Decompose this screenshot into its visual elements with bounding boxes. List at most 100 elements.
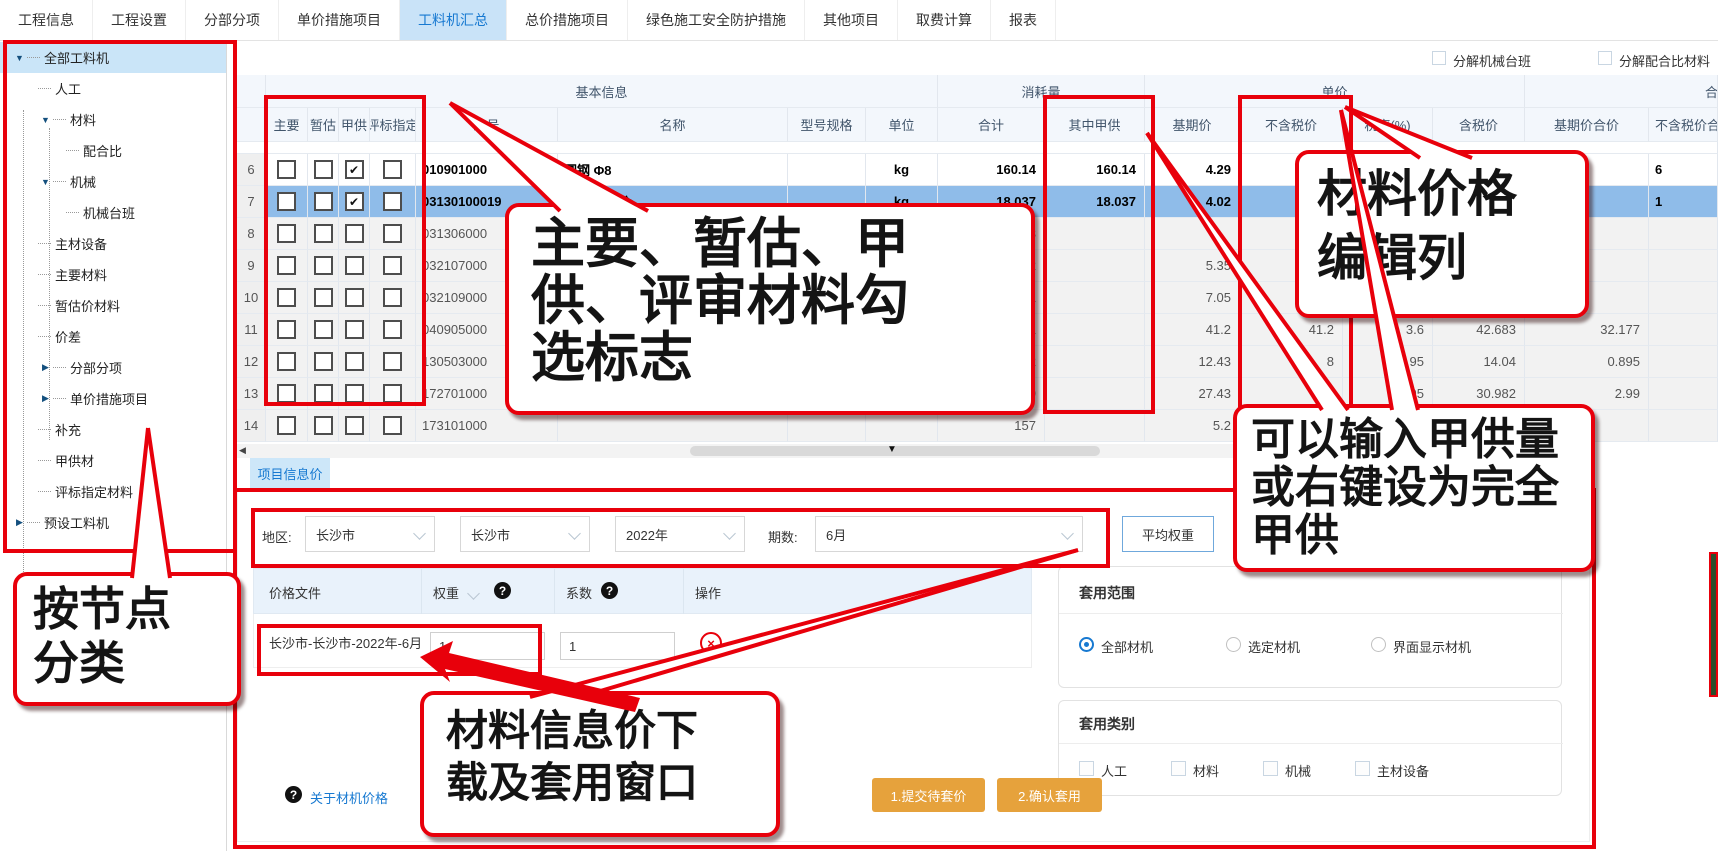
col-header-其中甲供[interactable]: 其中甲供: [1045, 108, 1145, 142]
cell-supplied[interactable]: [1045, 250, 1145, 282]
col-header-单位[interactable]: 单位: [866, 108, 938, 142]
category-checkbox-人工[interactable]: [1079, 761, 1094, 776]
period-select-month[interactable]: 6月: [815, 516, 1083, 552]
cell-supplied[interactable]: [1045, 410, 1145, 442]
review-checkbox[interactable]: [383, 288, 402, 307]
tree-collapsed-icon[interactable]: ▶: [38, 393, 53, 404]
col-header-基期价合价[interactable]: 基期价合价: [1525, 108, 1649, 142]
supplied-checkbox[interactable]: [345, 352, 364, 371]
tab-其他项目[interactable]: 其他项目: [805, 0, 898, 40]
sidebar-item-机械台班[interactable]: 机械台班: [0, 197, 226, 228]
decompose-machine-checkbox[interactable]: [1432, 51, 1446, 65]
sidebar-item-单价措施项目[interactable]: ▶单价措施项目: [0, 383, 226, 414]
category-checkbox-材料[interactable]: [1171, 761, 1186, 776]
review-checkbox[interactable]: [383, 416, 402, 435]
major-checkbox[interactable]: [277, 288, 296, 307]
tree-expanded-icon[interactable]: ▼: [38, 115, 53, 125]
supplied-checkbox[interactable]: [345, 256, 364, 275]
col-header-甲供[interactable]: 甲供: [339, 108, 370, 142]
estimate-checkbox[interactable]: [314, 288, 333, 307]
review-checkbox[interactable]: [383, 256, 402, 275]
coef-input[interactable]: [560, 632, 675, 660]
region-select-year[interactable]: 2022年: [615, 516, 745, 552]
review-checkbox[interactable]: [383, 384, 402, 403]
tree-collapsed-icon[interactable]: ▶: [12, 517, 27, 528]
estimate-checkbox[interactable]: [314, 224, 333, 243]
supplied-checkbox[interactable]: [345, 384, 364, 403]
major-checkbox[interactable]: [277, 256, 296, 275]
col-header-评标指定[interactable]: 评标指定: [370, 108, 416, 142]
decompose-mix-checkbox[interactable]: [1598, 51, 1612, 65]
sidebar-item-全部工料机[interactable]: ▼全部工料机: [0, 42, 226, 73]
sidebar-item-甲供材[interactable]: 甲供材: [0, 445, 226, 476]
tab-取费计算[interactable]: 取费计算: [898, 0, 991, 40]
col-header-税率(%)[interactable]: 税率(%): [1343, 108, 1433, 142]
supplied-checkbox[interactable]: [345, 416, 364, 435]
sidebar-item-评标指定材料[interactable]: 评标指定材料: [0, 476, 226, 507]
weight-input[interactable]: [430, 632, 545, 660]
cell-supplied[interactable]: [1045, 314, 1145, 346]
cell-supplied[interactable]: [1045, 282, 1145, 314]
about-material-price-link[interactable]: 关于材机价格: [310, 788, 388, 807]
col-header-型号规格[interactable]: 型号规格: [788, 108, 866, 142]
vertical-scrollbar[interactable]: [1709, 552, 1718, 697]
sidebar-item-补充[interactable]: 补充: [0, 414, 226, 445]
sidebar-item-主要材料[interactable]: 主要材料: [0, 259, 226, 290]
category-checkbox-主材设备[interactable]: [1355, 761, 1370, 776]
category-checkbox-机械[interactable]: [1263, 761, 1278, 776]
major-checkbox[interactable]: [277, 352, 296, 371]
cell-price_no_tax[interactable]: 41.2: [1240, 314, 1343, 346]
sidebar-item-人工[interactable]: 人工: [0, 73, 226, 104]
supplied-checkbox[interactable]: ✔: [345, 192, 364, 211]
col-header-不含税价[interactable]: 不含税价: [1240, 108, 1343, 142]
major-checkbox[interactable]: [277, 416, 296, 435]
tab-工程设置[interactable]: 工程设置: [93, 0, 186, 40]
estimate-checkbox[interactable]: [314, 416, 333, 435]
cell-supplied[interactable]: [1045, 378, 1145, 410]
coef-help-icon[interactable]: ?: [601, 582, 618, 599]
col-header-基期价[interactable]: 基期价: [1145, 108, 1240, 142]
estimate-checkbox[interactable]: [314, 160, 333, 179]
tab-分部分项[interactable]: 分部分项: [186, 0, 279, 40]
scope-radio-界面显示材机[interactable]: [1371, 637, 1386, 652]
scope-radio-全部材机[interactable]: [1079, 637, 1094, 652]
delete-price-file-icon[interactable]: ×: [700, 632, 722, 654]
col-header-合计[interactable]: 合计: [938, 108, 1045, 142]
col-header-不含税价合价[interactable]: 不含税价合价: [1649, 108, 1718, 142]
submit-pending-price-button[interactable]: 1.提交待套价: [872, 778, 985, 812]
col-header-暂估[interactable]: 暂估: [308, 108, 339, 142]
tab-工程信息[interactable]: 工程信息: [0, 0, 93, 40]
sidebar-item-机械[interactable]: ▼机械: [0, 166, 226, 197]
supplied-checkbox[interactable]: ✔: [345, 160, 364, 179]
average-weight-button[interactable]: 平均权重: [1122, 516, 1214, 552]
tab-工料机汇总[interactable]: 工料机汇总: [400, 0, 507, 40]
col-header-名称[interactable]: 名称: [558, 108, 788, 142]
tab-绿色施工安全防护措施[interactable]: 绿色施工安全防护措施: [628, 0, 805, 40]
sidebar-item-价差[interactable]: 价差: [0, 321, 226, 352]
confirm-apply-button[interactable]: 2.确认套用: [997, 778, 1102, 812]
cell-price_no_tax[interactable]: 8: [1240, 346, 1343, 378]
sidebar-item-暂估价材料[interactable]: 暂估价材料: [0, 290, 226, 321]
tree-expanded-icon[interactable]: ▼: [12, 53, 27, 63]
tab-总价措施项目[interactable]: 总价措施项目: [507, 0, 628, 40]
tab-单价措施项目[interactable]: 单价措施项目: [279, 0, 400, 40]
sidebar-item-分部分项[interactable]: ▶分部分项: [0, 352, 226, 383]
region-select-city[interactable]: 长沙市: [460, 516, 590, 552]
col-header-编号[interactable]: 编号: [416, 108, 558, 142]
estimate-checkbox[interactable]: [314, 320, 333, 339]
major-checkbox[interactable]: [277, 224, 296, 243]
weight-help-icon[interactable]: ?: [494, 582, 511, 599]
sidebar-item-预设工料机[interactable]: ▶预设工料机: [0, 507, 226, 538]
chevron-down-icon[interactable]: [467, 587, 480, 600]
review-checkbox[interactable]: [383, 352, 402, 371]
review-checkbox[interactable]: [383, 224, 402, 243]
estimate-checkbox[interactable]: [314, 256, 333, 275]
col-header-含税价[interactable]: 含税价: [1433, 108, 1525, 142]
cell-supplied[interactable]: 160.14: [1045, 154, 1145, 186]
major-checkbox[interactable]: [277, 160, 296, 179]
estimate-checkbox[interactable]: [314, 352, 333, 371]
cell-supplied[interactable]: [1045, 346, 1145, 378]
estimate-checkbox[interactable]: [314, 192, 333, 211]
sidebar-item-配合比[interactable]: 配合比: [0, 135, 226, 166]
review-checkbox[interactable]: [383, 320, 402, 339]
